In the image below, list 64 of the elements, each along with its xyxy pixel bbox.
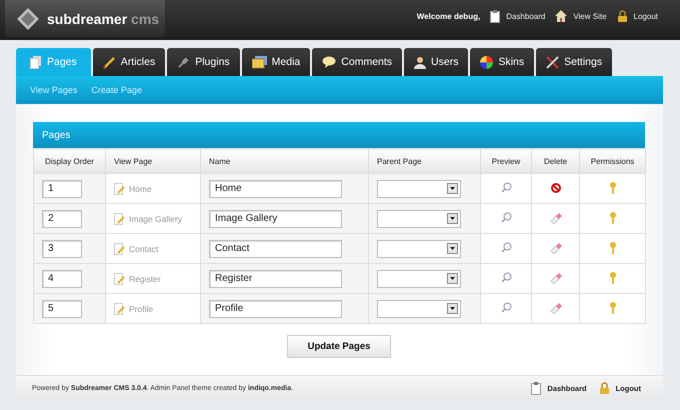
name-field[interactable]: Image Gallery — [209, 210, 342, 228]
padlock-icon — [598, 382, 610, 394]
column-header: Parent Page — [368, 148, 480, 174]
eraser-icon[interactable] — [550, 242, 562, 254]
key-icon[interactable] — [608, 182, 616, 194]
panel-title: Pages — [33, 122, 645, 148]
welcome-text: Welcome debug, — [416, 12, 480, 20]
magnifier-icon[interactable] — [500, 212, 512, 223]
name-field[interactable]: Home — [209, 180, 342, 198]
clipboard-icon — [531, 382, 542, 394]
edit-page-icon — [114, 272, 125, 284]
clipboard-icon — [490, 10, 500, 22]
column-header: Delete — [532, 148, 580, 174]
photo-icon — [252, 56, 267, 68]
key-icon[interactable] — [608, 272, 616, 284]
order-field[interactable]: 2 — [42, 210, 82, 228]
column-header: Display Order — [34, 148, 106, 174]
order-field[interactable]: 5 — [42, 300, 82, 318]
header-link[interactable]: Dashboard — [506, 12, 546, 20]
update-pages-button[interactable]: Update Pages — [287, 335, 391, 358]
magnifier-icon[interactable] — [500, 272, 512, 283]
key-icon[interactable] — [608, 242, 616, 254]
nav-tab[interactable]: Users — [404, 48, 468, 76]
pencil-icon — [102, 56, 116, 68]
column-header: View Page — [106, 148, 200, 174]
header-link[interactable]: View Site — [573, 12, 607, 20]
magnifier-icon[interactable] — [500, 242, 512, 253]
magnifier-icon[interactable] — [500, 302, 512, 313]
color-wheel-icon — [480, 56, 494, 68]
edit-page-icon — [114, 242, 125, 254]
nav-tab[interactable]: Skins — [470, 48, 534, 76]
diamond-logo-icon — [17, 8, 39, 30]
nav-tab[interactable]: Articles — [92, 48, 166, 76]
name-field[interactable]: Profile — [209, 300, 342, 318]
column-header: Name — [200, 148, 368, 174]
document-icon — [30, 56, 42, 68]
key-icon[interactable] — [608, 302, 616, 314]
nav-tab[interactable]: Media — [242, 48, 310, 76]
edit-page-icon — [114, 212, 125, 224]
magnifier-icon[interactable] — [500, 182, 512, 193]
header-link[interactable]: Logout — [634, 12, 658, 20]
tools-icon — [546, 56, 560, 68]
order-field[interactable]: 1 — [42, 180, 82, 198]
order-field[interactable]: 4 — [42, 270, 82, 288]
nav-tab[interactable]: Comments — [312, 48, 402, 76]
edit-page-icon — [114, 182, 125, 194]
plug-icon — [177, 56, 190, 68]
logo-text: subdreamer cms — [47, 10, 160, 26]
house-icon — [555, 10, 568, 22]
user-icon — [414, 56, 426, 68]
name-field[interactable]: Register — [209, 270, 342, 288]
eraser-icon[interactable] — [550, 302, 562, 314]
name-field[interactable]: Contact — [209, 240, 342, 258]
speech-bubble-icon — [322, 56, 336, 68]
nav-tab[interactable]: Settings — [536, 48, 612, 76]
order-field[interactable]: 3 — [42, 240, 82, 258]
eraser-icon[interactable] — [550, 272, 562, 284]
eraser-icon[interactable] — [550, 212, 562, 224]
nav-tab[interactable]: Plugins — [167, 48, 240, 76]
column-header: Preview — [480, 148, 532, 174]
padlock-icon — [616, 10, 628, 22]
edit-page-icon — [114, 302, 125, 314]
column-header: Permissions — [580, 148, 646, 174]
key-icon[interactable] — [608, 212, 616, 224]
